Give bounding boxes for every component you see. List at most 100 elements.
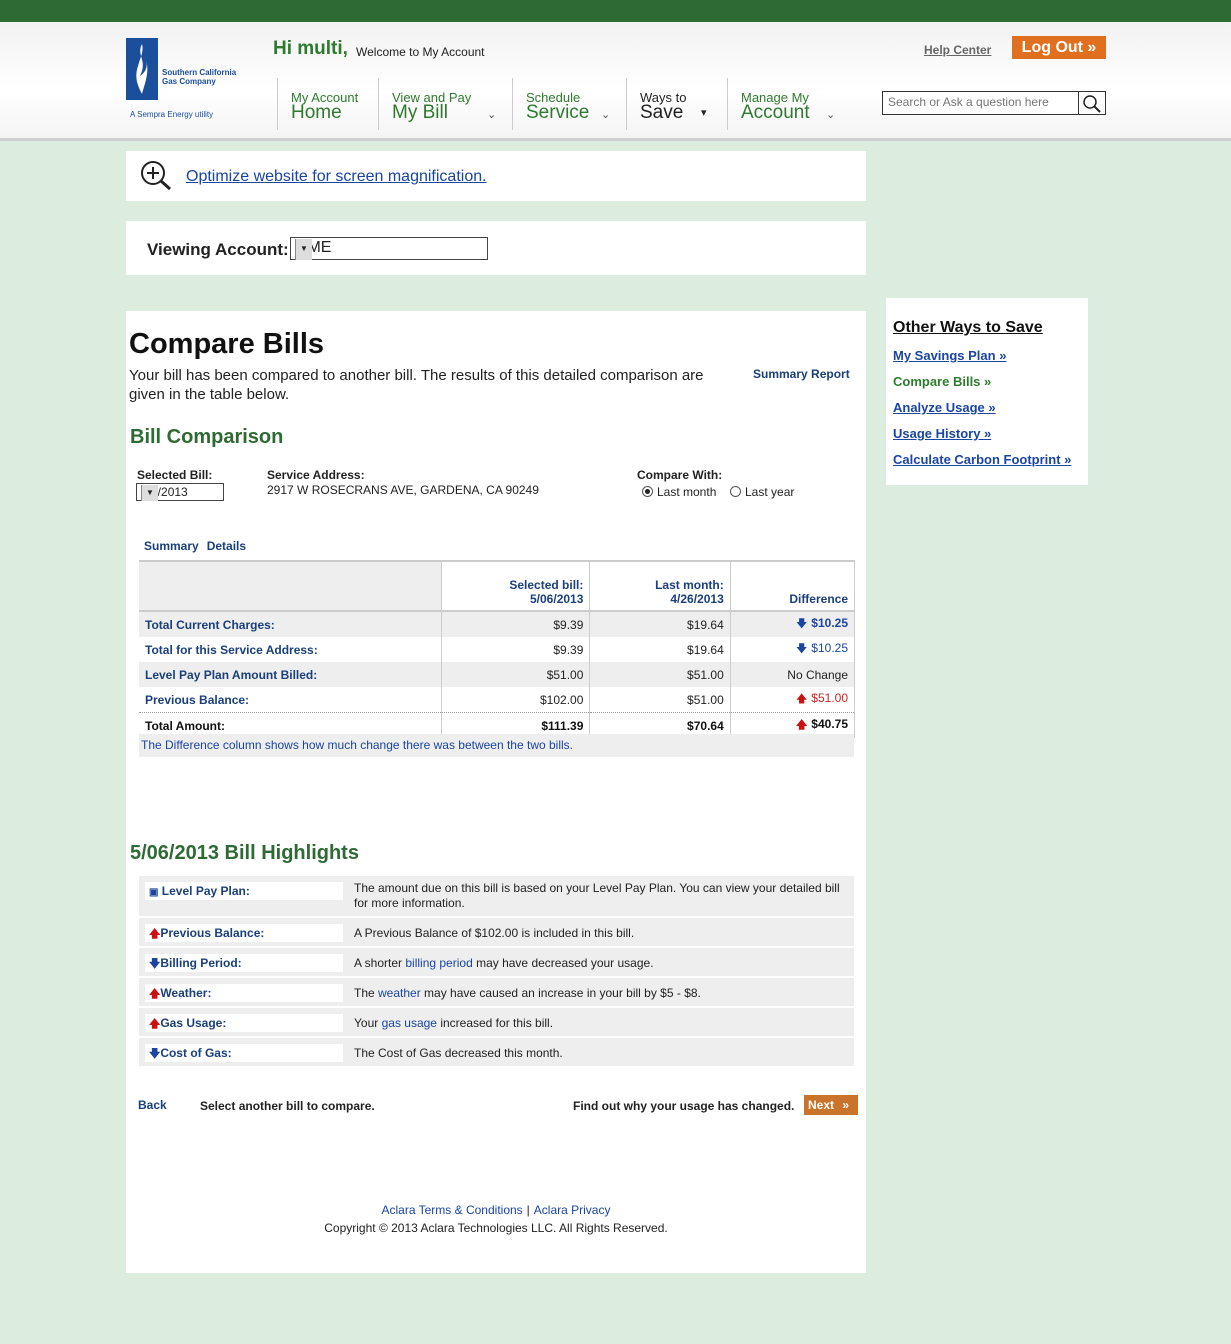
tab-summary[interactable]: Summary [144,539,199,553]
welcome-text: Welcome to My Account [356,45,485,59]
privacy-link[interactable]: Aclara Privacy [534,1203,611,1217]
table-row: Total for this Service Address: $9.39 $1… [139,637,856,662]
highlight-label[interactable]: 🡅Previous Balance: [145,924,343,942]
highlight-row: 🡅Gas Usage: Your gas usage increased for… [139,1008,854,1036]
logo-sempra-tagline: A Sempra Energy utility [130,110,214,119]
highlight-label[interactable]: 🡇Cost of Gas: [145,1044,343,1062]
page-title: Compare Bills [129,328,324,360]
radio-last-month[interactable]: Last month [642,485,716,499]
sidebar-item-analyze-usage[interactable]: Analyze Usage » [893,400,996,415]
next-button[interactable]: Next » [804,1095,858,1115]
table-row: Level Pay Plan Amount Billed: $51.00 $51… [139,662,856,687]
billing-period-link[interactable]: billing period [405,956,472,970]
last-value: $19.64 [589,637,731,662]
highlight-text: The weather may have caused an increase … [354,986,850,1001]
search-input[interactable] [883,92,1078,112]
copyright-text: Copyright © 2013 Aclara Technologies LLC… [324,1221,668,1235]
radio-unchecked-icon[interactable] [730,486,741,497]
compare-with-label: Compare With: [637,468,723,482]
radio-last-year-label: Last year [745,485,795,499]
bill-highlights-heading: 5/06/2013 Bill Highlights [130,842,359,864]
footer-links: Aclara Terms & Conditions | Aclara Privacy [126,1203,866,1217]
comparison-table: Selected bill: 5/06/2013 Last month: 4/26/… [139,560,856,738]
arrow-up-icon: 🡅 [795,693,808,705]
next-button-label: Next [808,1098,835,1112]
caret-down-icon[interactable]: ▾ [701,106,707,119]
sidebar-item-savings-plan[interactable]: My Savings Plan » [893,348,1006,363]
highlight-label-text: Level Pay Plan: [161,884,250,898]
zoom-in-icon[interactable] [140,160,174,195]
selected-bill-select[interactable]: 5/6/2013 ▼ [136,483,224,501]
highlight-text-pre: A shorter [354,956,406,970]
last-value: $51.00 [589,687,731,713]
row-label: Previous Balance: [139,687,442,713]
socalgas-logo[interactable]: Southern California Gas Company A Sempra… [124,38,244,130]
radio-last-month-label: Last month [657,485,717,499]
highlight-label-text: Previous Balance: [160,926,265,940]
highlight-label-text: Billing Period: [160,956,242,970]
account-select[interactable]: GME ▼ [290,237,488,260]
magnification-link[interactable]: Optimize website for screen magnificatio… [186,168,487,186]
gas-usage-link[interactable]: gas usage [382,1016,437,1030]
highlight-text: Your gas usage increased for this bill. [354,1016,850,1031]
sidebar-item-carbon-footprint[interactable]: Calculate Carbon Footprint » [893,452,1071,467]
back-link[interactable]: Back [138,1098,167,1112]
highlight-text: A shorter billing period may have decrea… [354,956,850,971]
chevron-down-icon[interactable]: ⌄ [487,108,496,121]
help-center-link[interactable]: Help Center [924,43,991,57]
col-last-month-header: Last month: 4/26/2013 [589,560,731,612]
intro-text: Your bill has been compared to another b… [129,367,704,403]
highlight-label-text: Cost of Gas: [160,1046,232,1060]
difference-value: $10.25 [811,616,848,630]
selected-value: $102.00 [441,687,591,713]
radio-checked-icon[interactable] [642,486,653,497]
row-label: Total Current Charges: [139,611,442,637]
search-box [882,91,1106,115]
difference-note: The Difference column shows how much cha… [139,734,854,757]
radio-last-year[interactable]: Last year [730,485,794,499]
highlight-label[interactable]: ▣ Level Pay Plan: [145,882,343,900]
nav-my-account-home[interactable]: My Account Home [277,78,378,130]
summary-report-link[interactable]: Summary Report [753,367,850,381]
logout-button[interactable]: Log Out » [1012,36,1106,59]
highlight-label[interactable]: 🡅Gas Usage: [145,1014,343,1032]
highlight-row: 🡇Cost of Gas: The Cost of Gas decreased … [139,1038,854,1066]
footer-separator: | [526,1203,530,1217]
nav-manage-account[interactable]: Manage My Account ⌄ [727,78,838,130]
weather-link[interactable]: weather [378,986,421,1000]
nav-label-main: My Bill [392,102,448,123]
highlight-text: The amount due on this bill is based on … [354,881,840,910]
bill-comparison-heading: Bill Comparison [130,426,284,448]
arrow-up-icon: 🡅 [795,719,808,731]
last-value: $19.64 [589,611,731,637]
highlight-text-post: increased for this bill. [436,1016,554,1030]
nav-view-pay-bill[interactable]: View and Pay My Bill ⌄ [378,78,511,130]
row-label: Level Pay Plan Amount Billed: [139,662,442,687]
selected-value: $9.39 [441,611,591,637]
sidebar-item-compare-bills[interactable]: Compare Bills » [893,374,991,389]
table-header-row: Selected bill: 5/06/2013 Last month: 4/26/… [139,560,856,612]
arrow-up-icon: 🡅 [149,928,161,940]
chevron-down-icon[interactable]: ⌄ [601,108,610,121]
compare-bills-panel: Compare Bills Your bill has been compare… [126,311,866,1273]
difference-value: No Change [730,662,856,687]
nav-schedule-service[interactable]: Schedule Service ⌄ [512,78,625,130]
search-button[interactable] [1078,92,1105,114]
selected-value: $9.39 [441,637,591,662]
selected-bill-label: Selected Bill: [137,468,213,482]
nav-ways-to-save[interactable]: Ways to Save ▾ [626,78,727,130]
last-value: $51.00 [589,662,731,687]
highlight-label[interactable]: 🡅Weather: [145,984,343,1002]
table-row: Total Current Charges: $9.39 $19.64 🡇 $10… [139,611,856,637]
chevron-down-icon[interactable]: ⌄ [826,108,835,121]
highlight-label[interactable]: 🡇Billing Period: [145,954,343,972]
dropdown-arrow-icon[interactable]: ▼ [295,239,312,260]
highlight-row: ▣ Level Pay Plan: The amount due on this… [139,876,854,916]
sidebar-item-usage-history[interactable]: Usage History » [893,426,991,441]
tab-details[interactable]: Details [207,539,246,553]
sidebar-other-ways: Other Ways to Save My Savings Plan » Com… [886,298,1088,485]
service-address-value: 2917 W ROSECRANS AVE, GARDENA, CA 90249 [267,483,539,497]
nav-label-main: Save [640,102,684,123]
terms-link[interactable]: Aclara Terms & Conditions [382,1203,523,1217]
dropdown-arrow-icon[interactable]: ▼ [141,485,158,501]
